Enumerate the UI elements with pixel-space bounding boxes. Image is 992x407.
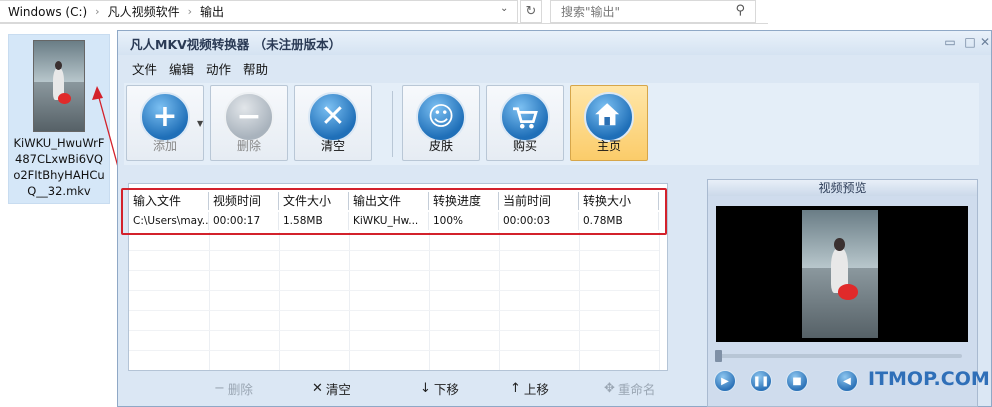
breadcrumb-separator-icon: ›: [95, 5, 100, 18]
menu-edit[interactable]: 编辑: [163, 59, 200, 78]
volume-icon[interactable]: ◀: [836, 370, 858, 392]
list-actions-bar: − 删除 ✕ 清空 ↓ 下移 ↑ 上移 ✥ 重命名: [128, 373, 668, 401]
preview-title: 视频预览: [708, 180, 977, 196]
toolbar: + ▼ 添加 − 删除 ✕ 清空 ☺ 皮肤 购买 主页: [124, 83, 979, 165]
add-button[interactable]: + ▼ 添加: [126, 85, 204, 161]
cart-icon: [500, 92, 550, 142]
skin-button[interactable]: ☺ 皮肤: [402, 85, 480, 161]
breadcrumb[interactable]: Windows (C:) › 凡人视频软件 › 输出: [0, 0, 518, 23]
rename-label: 重命名: [617, 382, 656, 397]
breadcrumb-separator-icon: ›: [187, 5, 192, 18]
minimize-icon[interactable]: ▭: [943, 36, 957, 48]
move-up-button[interactable]: ↑ 上移: [510, 379, 549, 398]
plus-icon: +: [140, 92, 190, 142]
home-button[interactable]: 主页: [570, 85, 648, 161]
chevron-down-icon[interactable]: ⌄: [500, 3, 508, 14]
delete-button[interactable]: − 删除: [210, 85, 288, 161]
home-button-label: 主页: [596, 139, 621, 153]
play-icon[interactable]: ▶: [714, 370, 736, 392]
red-highlight-annotation: [121, 188, 667, 235]
list-delete-label: 删除: [227, 382, 253, 397]
smiley-icon: ☺: [416, 92, 466, 142]
buy-button[interactable]: 购买: [486, 85, 564, 161]
search-icon[interactable]: ⚲: [735, 3, 745, 18]
explorer-address-bar: Windows (C:) › 凡人视频软件 › 输出 ⌄ ↻ 搜索"输出" ⚲: [0, 0, 768, 24]
video-frame: [802, 210, 878, 338]
minus-icon: −: [224, 92, 274, 142]
rename-button[interactable]: ✥ 重命名: [604, 379, 655, 398]
move-down-label: 下移: [433, 382, 459, 397]
arrow-down-icon: ↓: [420, 381, 431, 396]
clear-button[interactable]: ✕ 清空: [294, 85, 372, 161]
x-icon: ✕: [312, 381, 323, 396]
pause-icon[interactable]: ❚❚: [750, 370, 772, 392]
menu-file[interactable]: 文件: [126, 59, 163, 78]
minus-icon: −: [214, 381, 225, 396]
x-icon: ✕: [308, 92, 358, 142]
breadcrumb-output[interactable]: 输出: [200, 3, 224, 20]
seek-bar[interactable]: [716, 354, 962, 358]
search-input[interactable]: 搜索"输出" ⚲: [550, 0, 756, 23]
window-title-bar[interactable]: 凡人MKV视频转换器 （未注册版本）: [118, 31, 991, 55]
rename-icon: ✥: [604, 381, 615, 396]
app-window: 凡人MKV视频转换器 （未注册版本） ▭ □ ✕ 文件 编辑 动作 帮助 + ▼…: [117, 30, 992, 407]
stop-icon[interactable]: ■: [786, 370, 808, 392]
menu-bar: 文件 编辑 动作 帮助: [118, 57, 991, 79]
clear-button-label: 清空: [320, 139, 345, 153]
maximize-icon[interactable]: □: [963, 36, 977, 48]
delete-button-label: 删除: [236, 139, 261, 153]
dropdown-arrow-icon[interactable]: ▼: [197, 119, 203, 128]
add-button-label: 添加: [152, 139, 177, 153]
video-preview-panel: 视频预览 ▶ ❚❚ ■ ◀ ITMOP.COM: [707, 179, 990, 407]
close-icon[interactable]: ✕: [978, 36, 992, 48]
arrow-up-icon: ↑: [510, 381, 521, 396]
list-clear-label: 清空: [325, 382, 351, 397]
window-title: 凡人MKV视频转换器 （未注册版本）: [130, 36, 342, 52]
toolbar-divider: [392, 91, 393, 157]
file-thumbnail: [33, 40, 85, 132]
breadcrumb-drive[interactable]: Windows (C:): [8, 5, 87, 19]
seek-handle[interactable]: [715, 350, 722, 362]
move-up-label: 上移: [523, 382, 549, 397]
refresh-icon[interactable]: ↻: [520, 0, 542, 23]
house-icon: [584, 92, 634, 142]
buy-button-label: 购买: [512, 139, 537, 153]
breadcrumb-folder[interactable]: 凡人视频软件: [108, 3, 180, 20]
menu-action[interactable]: 动作: [200, 59, 237, 78]
move-down-button[interactable]: ↓ 下移: [420, 379, 459, 398]
video-display[interactable]: [716, 206, 968, 342]
list-delete-button[interactable]: − 删除: [214, 379, 253, 398]
skin-button-label: 皮肤: [428, 139, 453, 153]
list-clear-button[interactable]: ✕ 清空: [312, 379, 351, 398]
search-placeholder: 搜索"输出": [561, 5, 621, 19]
site-watermark: ITMOP.COM: [868, 368, 990, 390]
menu-help[interactable]: 帮助: [237, 59, 274, 78]
file-list[interactable]: 输入文件 视频时间 文件大小 输出文件 转换进度 当前时间 转换大小 C:\Us…: [121, 183, 668, 371]
